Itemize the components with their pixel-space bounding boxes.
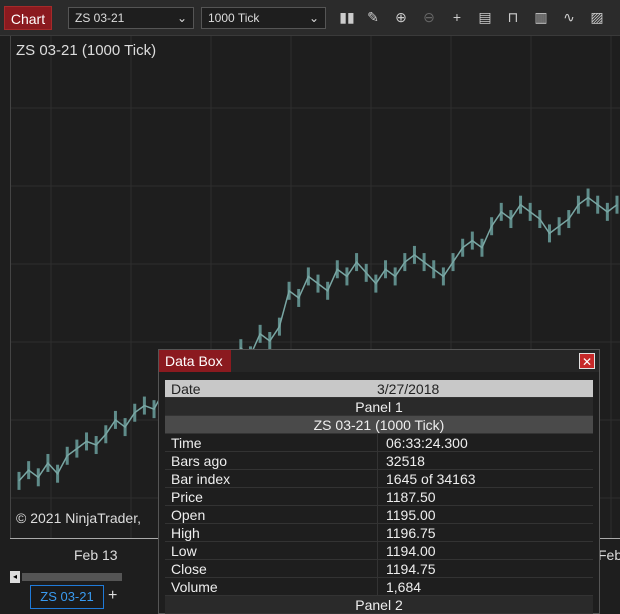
field-label: Bar index — [171, 471, 231, 487]
field-value: 32518 — [377, 452, 593, 469]
field-label: Time — [171, 435, 202, 451]
interval-selector[interactable]: 1000 Tick ⌄ — [201, 7, 326, 29]
copyright-text: © 2021 NinjaTrader, — [16, 510, 141, 526]
data-box-title: Data Box — [159, 350, 231, 372]
field-value: 1,684 — [377, 578, 593, 595]
zoom-in-icon[interactable]: ⊕ — [392, 8, 410, 26]
template-icon[interactable]: ▨ — [588, 8, 606, 26]
field-label: Close — [171, 561, 207, 577]
instrument-value: ZS 03-21 — [75, 11, 125, 25]
field-value: 06:33:24.300 — [377, 434, 593, 451]
data-box-row: Low 1194.00 — [165, 542, 593, 560]
properties-icon[interactable]: ⊓ — [504, 8, 522, 26]
data-box-row: Bars ago 32518 — [165, 452, 593, 470]
data-box-window: Data Box ✕ Date 3/27/2018 Panel 1 ZS 03-… — [158, 349, 600, 614]
field-value: 1187.50 — [377, 488, 593, 505]
field-value: 1645 of 34163 — [377, 470, 593, 487]
field-label: Price — [171, 489, 203, 505]
chart-title: ZS 03-21 (1000 Tick) — [16, 42, 157, 59]
date-row: Date 3/27/2018 — [165, 380, 593, 398]
zoom-out-icon[interactable]: ⊖ — [420, 8, 438, 26]
data-box-row: Close 1194.75 — [165, 560, 593, 578]
data-box-row: Volume 1,684 — [165, 578, 593, 596]
add-tab-button[interactable]: + — [108, 585, 124, 609]
data-box-row: Time 06:33:24.300 — [165, 434, 593, 452]
series-name-row: ZS 03-21 (1000 Tick) — [165, 416, 593, 434]
chart-toolbar: Chart ZS 03-21 ⌄ 1000 Tick ⌄ ▮▮ ✎ ⊕ ⊖ + … — [0, 0, 620, 36]
field-value: 1194.00 — [377, 542, 593, 559]
chart-tab[interactable]: Chart — [4, 6, 52, 30]
scroll-left-arrow-icon[interactable]: ◂ — [10, 571, 20, 583]
x-axis-label: Feb 13 — [74, 547, 118, 563]
field-label: Low — [171, 543, 197, 559]
close-icon[interactable]: ✕ — [579, 353, 595, 369]
field-value: 1194.75 — [377, 560, 593, 577]
crosshair-icon[interactable]: + — [448, 8, 466, 26]
data-box-icon[interactable]: ▤ — [476, 8, 494, 26]
field-label: Volume — [171, 579, 218, 595]
chevron-down-icon: ⌄ — [308, 11, 319, 25]
field-value: 1195.00 — [377, 506, 593, 523]
panel-1-row: Panel 1 — [165, 398, 593, 416]
panel-2-row: Panel 2 — [165, 596, 593, 614]
scroll-thumb[interactable] — [22, 573, 122, 581]
bar-style-icon[interactable]: ▮▮ — [338, 8, 356, 26]
data-box-table: Date 3/27/2018 Panel 1 ZS 03-21 (1000 Ti… — [165, 380, 593, 614]
interval-value: 1000 Tick — [208, 11, 260, 25]
x-axis-label: Feb — [598, 547, 620, 563]
strategy-icon[interactable]: ▥ — [532, 8, 550, 26]
field-label: High — [171, 525, 200, 541]
tab-zs-03-21[interactable]: ZS 03-21 — [30, 585, 104, 609]
field-value: 1196.75 — [377, 524, 593, 541]
chevron-down-icon: ⌄ — [176, 11, 187, 25]
data-box-row: Bar index 1645 of 34163 — [165, 470, 593, 488]
instrument-selector[interactable]: ZS 03-21 ⌄ — [68, 7, 194, 29]
date-label: Date — [171, 381, 201, 397]
field-label: Bars ago — [171, 453, 228, 469]
data-box-header[interactable]: Data Box ✕ — [159, 350, 599, 372]
pencil-icon[interactable]: ✎ — [364, 8, 382, 26]
data-box-row: Open 1195.00 — [165, 506, 593, 524]
series-name: ZS 03-21 (1000 Tick) — [313, 417, 445, 433]
data-box-row: Price 1187.50 — [165, 488, 593, 506]
panel-1-label: Panel 1 — [355, 399, 403, 415]
data-box-rows: Time 06:33:24.300 Bars ago 32518 Bar index 16… — [165, 434, 593, 596]
field-label: Open — [171, 507, 206, 523]
data-box-row: High 1196.75 — [165, 524, 593, 542]
indicator-icon[interactable]: ∿ — [560, 8, 578, 26]
date-value: 3/27/2018 — [377, 381, 440, 397]
panel-2-label: Panel 2 — [355, 597, 403, 613]
